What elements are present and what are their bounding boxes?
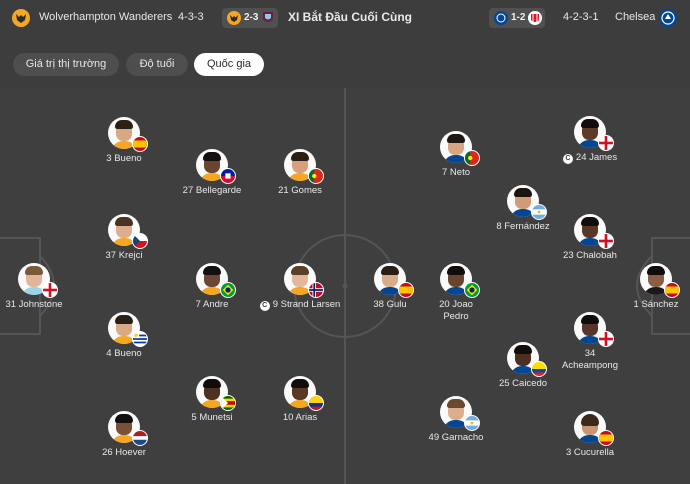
tab-label: Quốc gia (206, 58, 252, 70)
haiti-flag-icon (220, 168, 236, 184)
netherlands-flag-icon (132, 430, 148, 446)
player-card[interactable]: 26 Hoever (74, 411, 174, 471)
player-name: 49 Garnacho (428, 432, 484, 443)
chelsea-crest-icon (659, 9, 677, 27)
away-formation: 4-2-3-1 (563, 11, 599, 23)
england-flag-icon (42, 282, 58, 298)
player-name: C 24 James (530, 152, 650, 164)
tab-label: Giá trị thị trường (25, 58, 107, 70)
player-card[interactable]: 27 Bellegarde (162, 149, 262, 209)
wolves-mini-crest-icon (227, 11, 241, 25)
player-name: 37 Krejci (105, 250, 143, 261)
chelsea-mini-crest-icon (494, 11, 508, 25)
away-previous-score: 1-2 (511, 12, 526, 23)
player-name: 7 Neto (442, 167, 470, 178)
spain-flag-icon (598, 430, 614, 446)
captain-badge: C (562, 154, 573, 164)
player-name: 3 Cucurella (565, 447, 615, 458)
player-card[interactable]: 4 Bueno (74, 312, 174, 372)
lineup-widget: Wolverhampton Wanderers 4-3-3 2-3 XI Bắt… (0, 0, 690, 484)
player-card[interactable]: 31 Johnstone (0, 263, 84, 323)
player-name-line-2: Pedro (443, 311, 469, 322)
burnley-crest-icon (263, 12, 273, 22)
spain-flag-icon (664, 282, 680, 298)
away-previous-result[interactable]: 1-2 (489, 8, 545, 28)
player-name: 26 Hoever (102, 447, 146, 458)
colombia-flag-icon (308, 395, 324, 411)
norway-flag-icon (308, 282, 324, 298)
player-card[interactable]: 7 Neto (406, 131, 506, 191)
football-pitch: 3 Bueno 27 Bellegarde 21 Gomes 37 Krejci… (0, 88, 690, 484)
player-card[interactable]: 21 Gomes (250, 149, 350, 209)
player-card[interactable]: 37 Krejci (74, 214, 174, 274)
player-name: 31 Johnstone (5, 299, 63, 310)
player-card[interactable]: 7 Andre (162, 263, 262, 323)
brazil-flag-icon (220, 282, 236, 298)
brazil-flag-icon (464, 282, 480, 298)
home-previous-score: 2-3 (244, 12, 259, 23)
player-card[interactable]: 49 Garnacho (406, 396, 506, 456)
player-card[interactable]: 3 Bueno (74, 117, 174, 177)
player-name: 25 Caicedo (498, 378, 548, 389)
player-card[interactable]: 3 Cucurella (540, 411, 640, 471)
portugal-flag-icon (464, 150, 480, 166)
player-card[interactable]: 5 Munetsi (162, 376, 262, 436)
player-card[interactable]: C9 Strand Larsen (250, 263, 350, 323)
czech-flag-icon (132, 233, 148, 249)
tab-age[interactable]: Độ tuổi (126, 53, 188, 76)
home-formation: 4-3-3 (178, 11, 204, 23)
england-flag-icon (598, 331, 614, 347)
lineup-header: Wolverhampton Wanderers 4-3-3 2-3 XI Bắt… (0, 0, 690, 38)
player-name: 23 Chalobah (563, 250, 617, 261)
uruguay-flag-icon (132, 331, 148, 347)
tab-label: Độ tuổi (139, 58, 175, 70)
away-team-name: Chelsea (615, 11, 656, 23)
spain-flag-icon (132, 136, 148, 152)
argentina-flag-icon (464, 415, 480, 431)
player-name: 20 Joao (439, 299, 473, 310)
wolves-crest-icon (12, 9, 30, 27)
england-flag-icon (598, 233, 614, 249)
captain-badge: C (259, 301, 270, 311)
ecuador-flag-icon (531, 361, 547, 377)
home-previous-result[interactable]: 2-3 (222, 8, 278, 28)
player-name: 21 Gomes (278, 185, 322, 196)
tab-market-value[interactable]: Giá trị thị trường (13, 53, 119, 76)
sunderland-crest-icon (528, 11, 542, 25)
home-team-name: Wolverhampton Wanderers (39, 11, 173, 23)
portugal-flag-icon (308, 168, 324, 184)
zimbabwe-flag-icon (220, 395, 236, 411)
lineup-title: XI Bắt Đầu Cuối Cùng (288, 10, 412, 24)
england-flag-icon (598, 135, 614, 151)
player-name: 1 Sánchez (633, 299, 679, 310)
player-card[interactable]: C 24 James (540, 116, 640, 176)
player-card[interactable]: 20 Joao Pedro (406, 263, 506, 323)
tab-nationality[interactable]: Quốc gia (194, 53, 264, 76)
player-card[interactable]: 10 Arias (250, 376, 350, 436)
player-card[interactable]: 25 Caicedo (473, 342, 573, 402)
player-name: 10 Arias (282, 412, 318, 423)
player-name: 4 Bueno (106, 348, 142, 359)
